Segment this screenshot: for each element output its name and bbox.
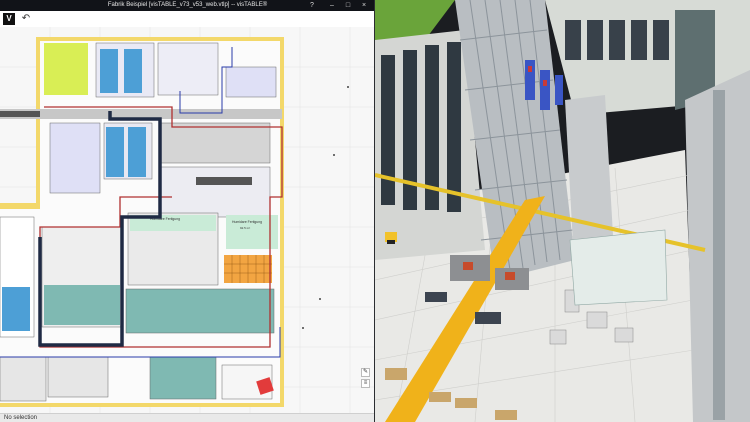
- layers-icon[interactable]: ≡: [361, 379, 370, 388]
- floor-plan-canvas[interactable]: Humidare Fertigung Humidare Fertigung 92…: [0, 27, 375, 413]
- side-tool-column: ✎ ≡: [361, 368, 370, 390]
- planner-toolbar: V ↶: [0, 11, 374, 28]
- logo-icon[interactable]: V: [3, 13, 15, 25]
- help-icon[interactable]: ?: [307, 0, 317, 11]
- status-bar: No selection: [0, 413, 374, 422]
- maximize-button[interactable]: □: [343, 0, 353, 11]
- application: Fabrik Beispiel [visTABLE_v73_v53_web.vt…: [0, 0, 750, 422]
- planner-window: Fabrik Beispiel [visTABLE_v73_v53_web.vt…: [0, 0, 375, 422]
- window-titlebar: Fabrik Beispiel [visTABLE_v73_v53_web.vt…: [0, 0, 374, 11]
- area-sub-label: 92.5 m²: [240, 226, 250, 230]
- area-label-2: Humidare Fertigung: [232, 220, 262, 224]
- pencil-icon[interactable]: ✎: [361, 368, 370, 377]
- undo-icon[interactable]: ↶: [20, 13, 32, 25]
- minimize-button[interactable]: –: [327, 0, 337, 11]
- close-button[interactable]: ×: [359, 0, 369, 11]
- factory-3d-viewport[interactable]: [375, 0, 750, 422]
- status-text: No selection: [4, 415, 38, 421]
- window-title: Fabrik Beispiel [visTABLE_v73_v53_web.vt…: [107, 2, 268, 8]
